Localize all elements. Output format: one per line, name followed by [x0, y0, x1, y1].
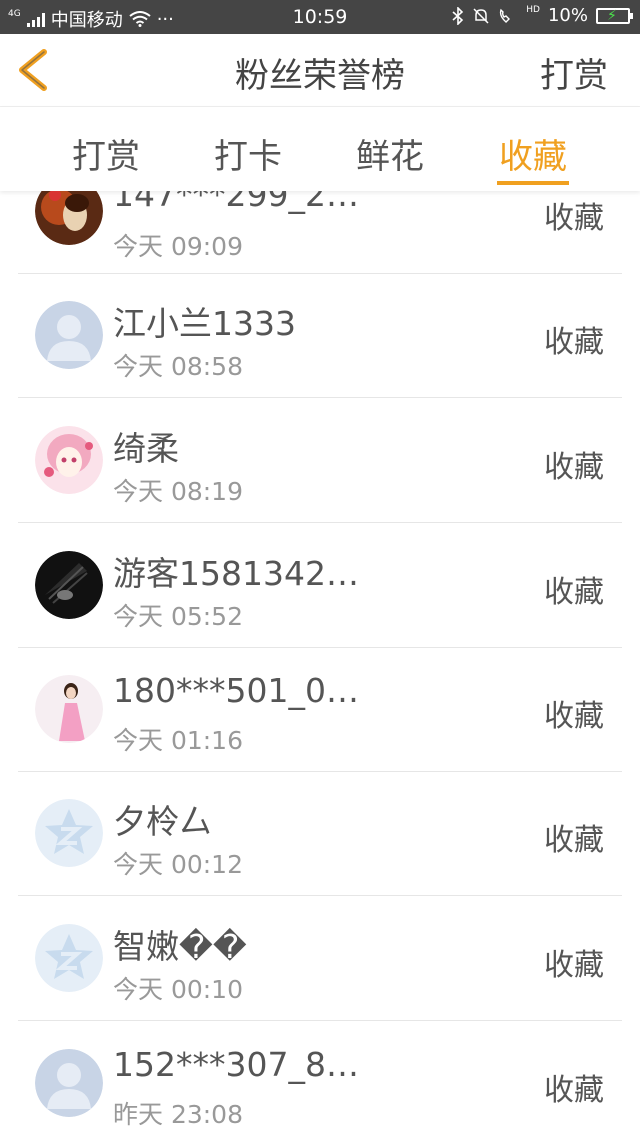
- favorite-label: 收藏: [544, 823, 604, 858]
- favorite-label: 收藏: [544, 699, 604, 734]
- default-person-avatar: [35, 1049, 103, 1117]
- list-item[interactable]: 夕柃厶 今天 00:12 收藏: [18, 771, 622, 896]
- default-person-avatar: [35, 301, 103, 369]
- photo-avatar-red: [35, 191, 103, 245]
- fan-name: 游客1581342…: [113, 554, 359, 593]
- favorite-label: 收藏: [544, 325, 604, 360]
- list-item[interactable]: 江小兰1333 今天 08:58 收藏: [18, 273, 622, 398]
- tab-reward[interactable]: 打赏: [72, 129, 140, 178]
- volte-call-icon: [500, 8, 511, 23]
- fan-time: 今天 08:58: [113, 352, 243, 381]
- fan-name: 180***501_0…: [113, 671, 359, 710]
- active-tab-indicator: [497, 181, 569, 185]
- list-item[interactable]: 游客1581342… 今天 05:52 收藏: [18, 523, 622, 648]
- favorite-label: 收藏: [544, 1073, 604, 1108]
- battery-icon: ⚡: [596, 7, 633, 24]
- fan-time: 今天 00:12: [113, 850, 243, 879]
- list-item[interactable]: 180***501_0… 今天 01:16 收藏: [18, 647, 622, 772]
- fan-time: 今天 00:10: [113, 975, 243, 1004]
- favorite-label: 收藏: [544, 201, 604, 236]
- tab-bar: 打赏 打卡 鲜花 收藏: [0, 107, 640, 191]
- fan-name: 147***299_2…: [113, 191, 359, 214]
- tab-flowers[interactable]: 鲜花: [356, 129, 424, 178]
- title-bar: 粉丝荣誉榜 打赏: [0, 34, 640, 107]
- hd-badge: HD: [526, 5, 540, 15]
- girl-pink-dress-avatar: [35, 675, 103, 743]
- fan-name: 夕柃厶: [113, 802, 212, 841]
- list-item[interactable]: 绮柔 今天 08:19 收藏: [18, 398, 622, 523]
- fan-time: 今天 05:52: [113, 602, 243, 631]
- list-item[interactable]: 智嫩�� 今天 00:10 收藏: [18, 896, 622, 1021]
- qzone-star-avatar: [35, 924, 103, 992]
- fan-name: 152***307_8…: [113, 1045, 359, 1084]
- mute-bell-icon: [473, 7, 489, 24]
- fan-time: 今天 09:09: [113, 232, 243, 261]
- qzone-star-avatar: [35, 799, 103, 867]
- fan-name: 智嫩��: [113, 927, 247, 966]
- fan-time: 今天 01:16: [113, 726, 243, 755]
- list-item[interactable]: 152***307_8… 昨天 23:08 收藏: [18, 1021, 622, 1138]
- dark-fan-avatar: [35, 551, 103, 619]
- reward-button[interactable]: 打赏: [540, 48, 608, 97]
- fan-name: 绮柔: [113, 429, 179, 468]
- favorite-label: 收藏: [544, 575, 604, 610]
- list-item[interactable]: 147***299_2… 今天 09:09 收藏: [18, 191, 622, 274]
- favorite-label: 收藏: [544, 948, 604, 983]
- fan-time: 昨天 23:08: [113, 1100, 243, 1129]
- tab-favorites[interactable]: 收藏: [499, 129, 567, 178]
- fan-time: 今天 08:19: [113, 477, 243, 506]
- bluetooth-icon: [452, 6, 464, 25]
- tab-checkin[interactable]: 打卡: [214, 129, 282, 178]
- fan-list: 147***299_2… 今天 09:09 收藏 江小兰1333 今天 08:5…: [0, 191, 640, 1138]
- favorite-label: 收藏: [544, 450, 604, 485]
- anime-girl-avatar: [35, 426, 103, 494]
- fan-name: 江小兰1333: [113, 304, 296, 343]
- battery-percent: 10%: [547, 5, 588, 26]
- status-bar: 4G 中国移动 ··· 10:59 HD 10% ⚡: [0, 0, 640, 34]
